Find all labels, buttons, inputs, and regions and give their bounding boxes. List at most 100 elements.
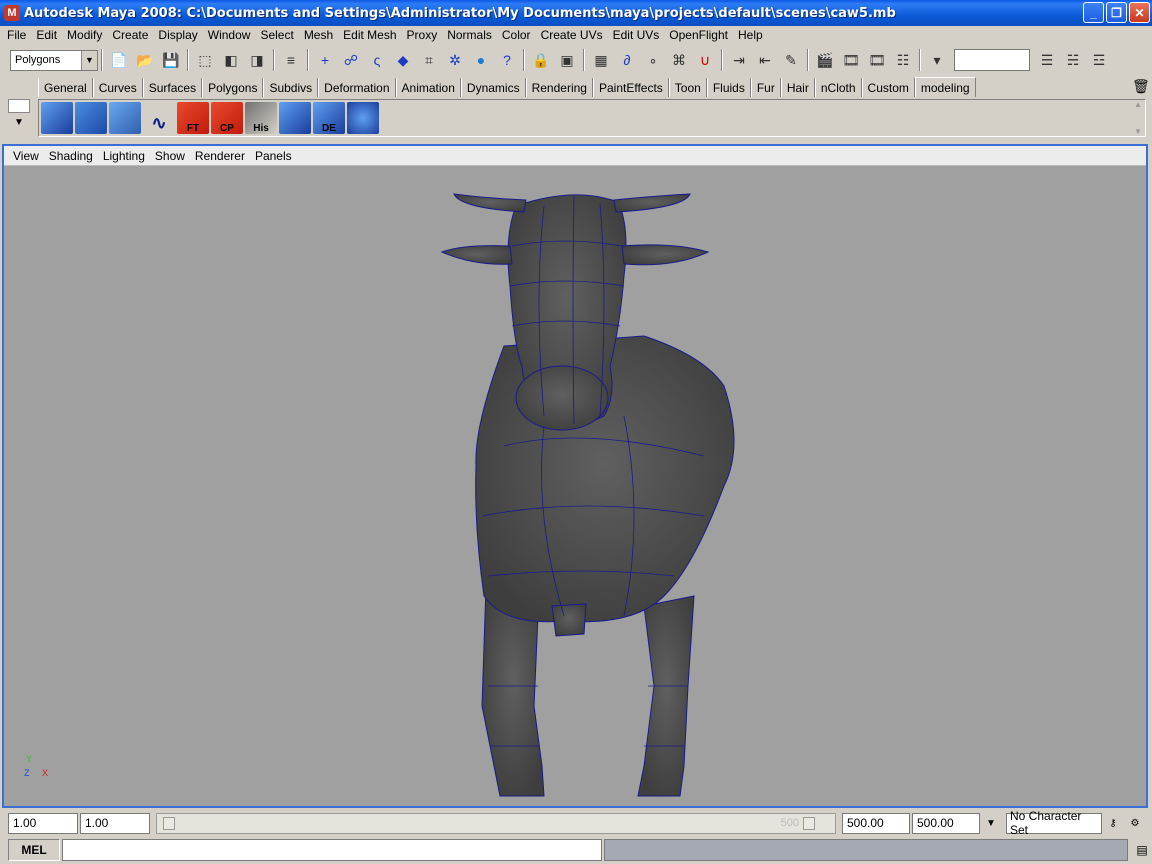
- panel-menu-show[interactable]: Show: [150, 149, 190, 163]
- minimize-button[interactable]: _: [1083, 2, 1104, 23]
- menu-create-uvs[interactable]: Create UVs: [536, 28, 608, 42]
- perspective-viewport[interactable]: View Shading Lighting Show Renderer Pane…: [2, 144, 1148, 808]
- maya-app-icon[interactable]: M: [4, 5, 20, 21]
- menu-help[interactable]: Help: [733, 28, 768, 42]
- shelf-menu-arrow-icon[interactable]: ▼: [8, 117, 34, 128]
- open-scene-icon[interactable]: 📂: [134, 49, 156, 71]
- panel-menu-lighting[interactable]: Lighting: [98, 149, 150, 163]
- freeze-transform-button[interactable]: FT: [177, 102, 209, 134]
- key-icon[interactable]: ⚷: [1102, 813, 1124, 834]
- shelf-tab-painteffects[interactable]: PaintEffects: [592, 78, 669, 97]
- new-scene-icon[interactable]: 📄: [108, 49, 130, 71]
- menu-edit[interactable]: Edit: [31, 28, 62, 42]
- center-pivot-button[interactable]: CP: [211, 102, 243, 134]
- range-slider[interactable]: 500: [156, 812, 836, 834]
- make-live-icon[interactable]: ∪: [694, 49, 716, 71]
- menu-file[interactable]: File: [2, 28, 31, 42]
- start-time-field[interactable]: 1.00: [8, 812, 78, 834]
- maximize-button[interactable]: ❐: [1106, 2, 1127, 23]
- panel-menu-shading[interactable]: Shading: [44, 149, 98, 163]
- select-handles-icon[interactable]: +: [314, 49, 336, 71]
- menu-create[interactable]: Create: [107, 28, 153, 42]
- menu-window[interactable]: Window: [203, 28, 256, 42]
- select-tool-icon[interactable]: [109, 102, 141, 134]
- shelf-tab-toggle[interactable]: [8, 99, 30, 113]
- select-joints-icon[interactable]: ☍: [340, 49, 362, 71]
- uv-layout-icon[interactable]: [279, 102, 311, 134]
- select-dynamics-icon[interactable]: ✲: [444, 49, 466, 71]
- mel-command-input[interactable]: [62, 839, 602, 861]
- menu-select[interactable]: Select: [255, 28, 298, 42]
- poly-plane-icon[interactable]: [75, 102, 107, 134]
- save-scene-icon[interactable]: 💾: [160, 49, 182, 71]
- attribute-editor-icon[interactable]: ☰: [1036, 49, 1058, 71]
- cow-mesh[interactable]: [4, 166, 1146, 806]
- tool-settings-icon[interactable]: ☵: [1062, 49, 1084, 71]
- menu-set-dropdown[interactable]: Polygons ▼: [10, 49, 98, 71]
- select-deformations-icon[interactable]: ⌗: [418, 49, 440, 71]
- script-editor-icon[interactable]: ▤: [1132, 840, 1152, 860]
- select-rendering-icon[interactable]: ●: [470, 49, 492, 71]
- menu-edit-uvs[interactable]: Edit UVs: [608, 28, 665, 42]
- playback-start-field[interactable]: 1.00: [80, 812, 150, 834]
- scroll-up-icon[interactable]: ▲: [1134, 100, 1142, 109]
- menu-display[interactable]: Display: [153, 28, 202, 42]
- close-button[interactable]: ✕: [1129, 2, 1150, 23]
- shelf-tab-general[interactable]: General: [38, 78, 93, 97]
- end-time-field[interactable]: 500.00: [912, 812, 980, 834]
- shelf-tab-fluids[interactable]: Fluids: [706, 78, 751, 97]
- lock-selection-icon[interactable]: 🔒: [530, 49, 552, 71]
- select-curves-icon[interactable]: ς: [366, 49, 388, 71]
- shelf-tab-animation[interactable]: Animation: [395, 78, 461, 97]
- shelf-tab-fur[interactable]: Fur: [750, 78, 781, 97]
- menu-openflight[interactable]: OpenFlight: [664, 28, 733, 42]
- trash-icon[interactable]: 🗑: [1132, 78, 1150, 94]
- shelf-tab-subdivs[interactable]: Subdivs: [263, 78, 319, 97]
- channel-box-icon[interactable]: ☲: [1088, 49, 1110, 71]
- snap-view-plane-icon[interactable]: ⌘: [668, 49, 690, 71]
- shelf-tab-toon[interactable]: Toon: [668, 78, 707, 97]
- snap-curve-icon[interactable]: ∂: [616, 49, 638, 71]
- render-globals-icon[interactable]: ☷: [892, 49, 914, 71]
- shelf-tab-surfaces[interactable]: Surfaces: [142, 78, 203, 97]
- scroll-down-icon[interactable]: ▼: [1134, 127, 1142, 136]
- highlight-selection-icon[interactable]: ▣: [556, 49, 578, 71]
- viewport-canvas[interactable]: Y Z X: [4, 166, 1146, 806]
- shelf-tab-curves[interactable]: Curves: [92, 78, 143, 97]
- character-set-field[interactable]: No Character Set: [1006, 809, 1102, 837]
- ipr-render-icon[interactable]: 🎞: [866, 49, 888, 71]
- menu-normals[interactable]: Normals: [442, 28, 497, 42]
- select-by-object-icon[interactable]: ◧: [220, 49, 242, 71]
- input-field-mode-icon[interactable]: ▾: [926, 49, 948, 71]
- render-view-icon[interactable]: 🎬: [814, 49, 836, 71]
- menu-edit-mesh[interactable]: Edit Mesh: [338, 28, 401, 42]
- range-end-handle[interactable]: [803, 816, 815, 830]
- menu-color[interactable]: Color: [497, 28, 536, 42]
- input-ops-icon[interactable]: ⇥: [728, 49, 750, 71]
- anim-prefs-icon[interactable]: ⚙: [1124, 813, 1146, 834]
- chevron-down-icon[interactable]: ▼: [980, 813, 1002, 834]
- snap-point-icon[interactable]: ∘: [642, 49, 664, 71]
- select-by-component-icon[interactable]: ◨: [246, 49, 268, 71]
- panel-menu-view[interactable]: View: [8, 149, 44, 163]
- select-misc-icon[interactable]: ?: [496, 49, 518, 71]
- select-surfaces-icon[interactable]: ◆: [392, 49, 414, 71]
- snap-grid-icon[interactable]: ▦: [590, 49, 612, 71]
- menu-modify[interactable]: Modify: [62, 28, 107, 42]
- shelf-tab-custom[interactable]: Custom: [861, 78, 915, 97]
- menu-proxy[interactable]: Proxy: [402, 28, 443, 42]
- extrude-icon[interactable]: [347, 102, 379, 134]
- display-edges-button[interactable]: DE: [313, 102, 345, 134]
- shelf-tab-hair[interactable]: Hair: [780, 78, 815, 97]
- shelf-tab-ncloth[interactable]: nCloth: [814, 78, 862, 97]
- shelf-tab-rendering[interactable]: Rendering: [525, 78, 593, 97]
- panel-menu-renderer[interactable]: Renderer: [190, 149, 250, 163]
- mel-python-toggle[interactable]: MEL: [8, 839, 60, 861]
- curve-tool-icon[interactable]: ∿: [143, 102, 175, 134]
- poly-cube-icon[interactable]: [41, 102, 73, 134]
- delete-history-button[interactable]: His: [245, 102, 277, 134]
- shelf-tab-dynamics[interactable]: Dynamics: [460, 78, 526, 97]
- panel-menu-panels[interactable]: Panels: [250, 149, 297, 163]
- shelf-scrollbar[interactable]: ▲ ▼: [1130, 100, 1146, 136]
- playback-end-field[interactable]: 500.00: [842, 812, 910, 834]
